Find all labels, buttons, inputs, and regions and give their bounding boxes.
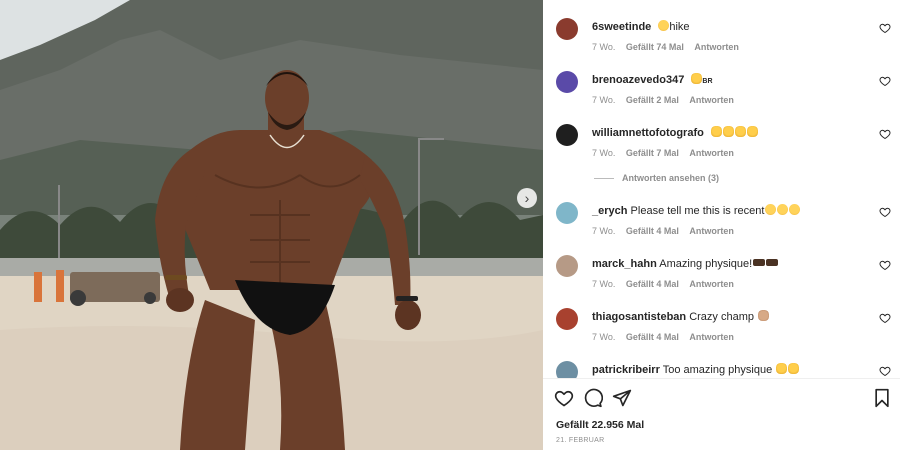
- comment-username[interactable]: 6sweetinde: [592, 21, 651, 33]
- reply-button[interactable]: Antworten: [689, 226, 734, 236]
- section-divider: [543, 378, 900, 379]
- comment-age: 7 Wo.: [592, 148, 616, 158]
- bookmark-icon[interactable]: [872, 388, 892, 408]
- comment-item: thiagosantisteban Crazy champ 7 Wo. Gefä…: [543, 306, 900, 359]
- divider-line: [594, 177, 614, 179]
- comment-username[interactable]: marck_hahn: [592, 258, 657, 270]
- comment-username[interactable]: thiagosantisteban: [592, 311, 686, 323]
- comment-likes-count[interactable]: Gefällt 4 Mal: [626, 226, 679, 236]
- comment-body: Please tell me this is recent: [630, 205, 765, 217]
- avatar[interactable]: [556, 202, 578, 224]
- comment-likes-count[interactable]: Gefällt 2 Mal: [626, 95, 679, 105]
- heart-icon[interactable]: [879, 365, 891, 377]
- dark-hands-emoji-icon: [766, 259, 779, 266]
- comment-item: 6sweetinde hike 7 Wo. Gefällt 74 Mal Ant…: [543, 16, 900, 69]
- comment-likes-count[interactable]: Gefällt 4 Mal: [626, 332, 679, 342]
- comment-likes-count[interactable]: Gefällt 74 Mal: [626, 42, 684, 52]
- comment-body: BR: [702, 78, 713, 85]
- muscle-emoji-icon: [758, 310, 770, 321]
- comment-text: marck_hahn Amazing physique!: [592, 257, 862, 271]
- comment-meta: 7 Wo. Gefällt 4 Mal Antworten: [592, 226, 742, 236]
- post-date: 21. FEBRUAR: [556, 437, 605, 444]
- clap-emoji-icon: [746, 126, 758, 137]
- reply-button[interactable]: Antworten: [689, 332, 734, 342]
- send-icon[interactable]: [612, 388, 632, 408]
- comment-body: Too amazing physique: [662, 364, 773, 376]
- avatar[interactable]: [556, 18, 578, 40]
- comment-item: williamnettofotografo 7 Wo. Gefällt 7 Ma…: [543, 122, 900, 175]
- laughing-emoji-icon: [765, 204, 777, 215]
- heart-icon[interactable]: [879, 259, 891, 271]
- clap-emoji-icon: [734, 126, 746, 137]
- chevron-right-icon: ›: [524, 190, 530, 206]
- clap-emoji-icon: [691, 73, 703, 84]
- comment-likes-count[interactable]: Gefällt 7 Mal: [626, 148, 679, 158]
- view-replies-button[interactable]: Antworten ansehen (3): [594, 173, 719, 183]
- heart-icon[interactable]: [879, 22, 891, 34]
- heart-icon[interactable]: [879, 206, 891, 218]
- comment-body: Amazing physique!: [659, 258, 753, 270]
- heart-icon[interactable]: [879, 75, 891, 87]
- reply-button[interactable]: Antworten: [694, 42, 739, 52]
- comment-text: brenoazevedo347 BR: [592, 73, 862, 89]
- comment-text: williamnettofotografo: [592, 126, 862, 140]
- avatar[interactable]: [556, 71, 578, 93]
- comment-text: 6sweetinde hike: [592, 20, 862, 34]
- heart-icon[interactable]: [879, 128, 891, 140]
- clap-emoji-icon: [722, 126, 734, 137]
- comment-meta: 7 Wo. Gefällt 74 Mal Antworten: [592, 42, 747, 52]
- view-replies-label: Antworten ansehen (3): [622, 173, 720, 183]
- likes-count[interactable]: Gefällt 22.956 Mal: [556, 419, 644, 431]
- next-photo-button[interactable]: ›: [517, 188, 537, 208]
- comment-meta: 7 Wo. Gefällt 4 Mal Antworten: [592, 332, 742, 342]
- post-sidebar: 6sweetinde hike 7 Wo. Gefällt 74 Mal Ant…: [543, 0, 900, 450]
- reply-button[interactable]: Antworten: [689, 95, 734, 105]
- comment-icon[interactable]: [583, 388, 603, 408]
- clap-emoji-icon: [710, 126, 722, 137]
- heart-icon[interactable]: [554, 388, 574, 408]
- comment-age: 7 Wo.: [592, 226, 616, 236]
- comment-age: 7 Wo.: [592, 332, 616, 342]
- post-photo: ›: [0, 0, 543, 450]
- comment-body: Crazy champ: [689, 311, 754, 323]
- heart-icon[interactable]: [879, 312, 891, 324]
- comment-text: patrickribeirr Too amazing physique: [592, 363, 862, 377]
- comment-text: _erych Please tell me this is recent: [592, 204, 862, 218]
- comment-likes-count[interactable]: Gefällt 4 Mal: [626, 279, 679, 289]
- reply-button[interactable]: Antworten: [689, 279, 734, 289]
- comment-item: _erych Please tell me this is recent 7 W…: [543, 200, 900, 253]
- comment-username[interactable]: patrickribeirr: [592, 364, 660, 376]
- reply-button[interactable]: Antworten: [689, 148, 734, 158]
- comment-text: thiagosantisteban Crazy champ: [592, 310, 862, 324]
- comment-age: 7 Wo.: [592, 42, 616, 52]
- post-actions: [543, 386, 900, 410]
- comment-item: marck_hahn Amazing physique! 7 Wo. Gefäl…: [543, 253, 900, 306]
- avatar[interactable]: [556, 308, 578, 330]
- comment-meta: 7 Wo. Gefällt 2 Mal Antworten: [592, 95, 742, 105]
- comment-body: hike: [669, 21, 690, 33]
- comment-age: 7 Wo.: [592, 95, 616, 105]
- comment-username[interactable]: brenoazevedo347: [592, 74, 684, 86]
- laughing-emoji-icon: [658, 20, 670, 31]
- clap-emoji-icon: [788, 363, 800, 374]
- comment-username[interactable]: _erych: [592, 205, 627, 217]
- comment-username[interactable]: williamnettofotografo: [592, 127, 704, 139]
- comment-meta: 7 Wo. Gefällt 7 Mal Antworten: [592, 148, 742, 158]
- photo-illustration: [0, 0, 543, 450]
- comment-item: brenoazevedo347 BR 7 Wo. Gefällt 2 Mal A…: [543, 69, 900, 122]
- comment-meta: 7 Wo. Gefällt 4 Mal Antworten: [592, 279, 742, 289]
- avatar[interactable]: [556, 361, 578, 378]
- comment-age: 7 Wo.: [592, 279, 616, 289]
- laughing-emoji-icon: [789, 204, 801, 215]
- avatar[interactable]: [556, 124, 578, 146]
- dark-hands-emoji-icon: [753, 259, 766, 266]
- comment-item: patrickribeirr Too amazing physique: [543, 359, 900, 378]
- comment-list: 6sweetinde hike 7 Wo. Gefällt 74 Mal Ant…: [543, 0, 900, 378]
- clap-emoji-icon: [776, 363, 788, 374]
- avatar[interactable]: [556, 255, 578, 277]
- laughing-emoji-icon: [777, 204, 789, 215]
